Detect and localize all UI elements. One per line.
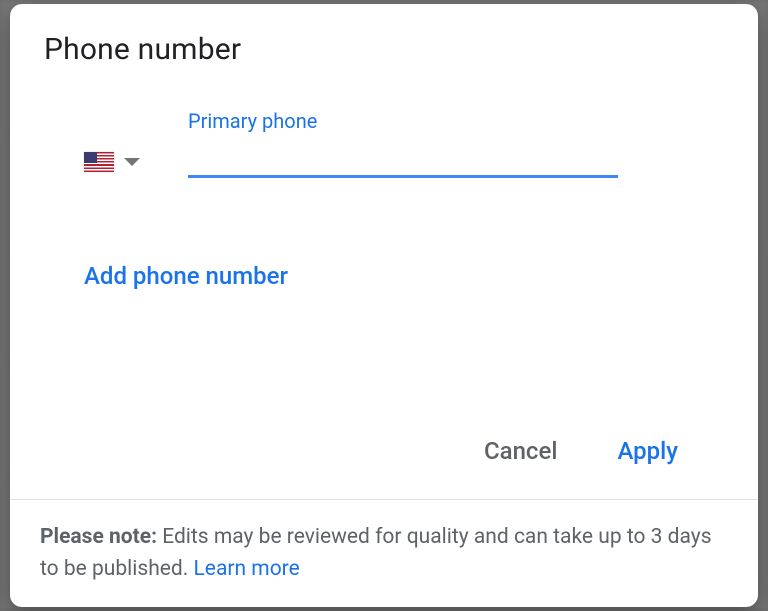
dialog-footer-note: Please note: Edits may be reviewed for q… [10, 499, 758, 607]
add-phone-number-button[interactable]: Add phone number [44, 262, 288, 290]
country-selector[interactable] [84, 152, 140, 178]
phone-number-dialog: Phone number Primary phone Add phone num… [10, 4, 758, 607]
learn-more-link[interactable]: Learn more [194, 557, 300, 581]
dialog-actions: Cancel Apply [44, 403, 724, 499]
primary-phone-row: Primary phone [44, 139, 724, 178]
primary-phone-label: Primary phone [188, 109, 317, 133]
chevron-down-icon [124, 158, 140, 166]
us-flag-icon [84, 152, 114, 172]
footer-note-prefix: Please note: [40, 525, 157, 549]
dialog-body: Phone number Primary phone Add phone num… [10, 4, 758, 499]
primary-phone-input[interactable] [188, 139, 618, 178]
apply-button[interactable]: Apply [615, 433, 680, 469]
dialog-title: Phone number [44, 32, 724, 67]
primary-phone-field-wrap: Primary phone [188, 139, 618, 178]
cancel-button[interactable]: Cancel [482, 433, 559, 469]
